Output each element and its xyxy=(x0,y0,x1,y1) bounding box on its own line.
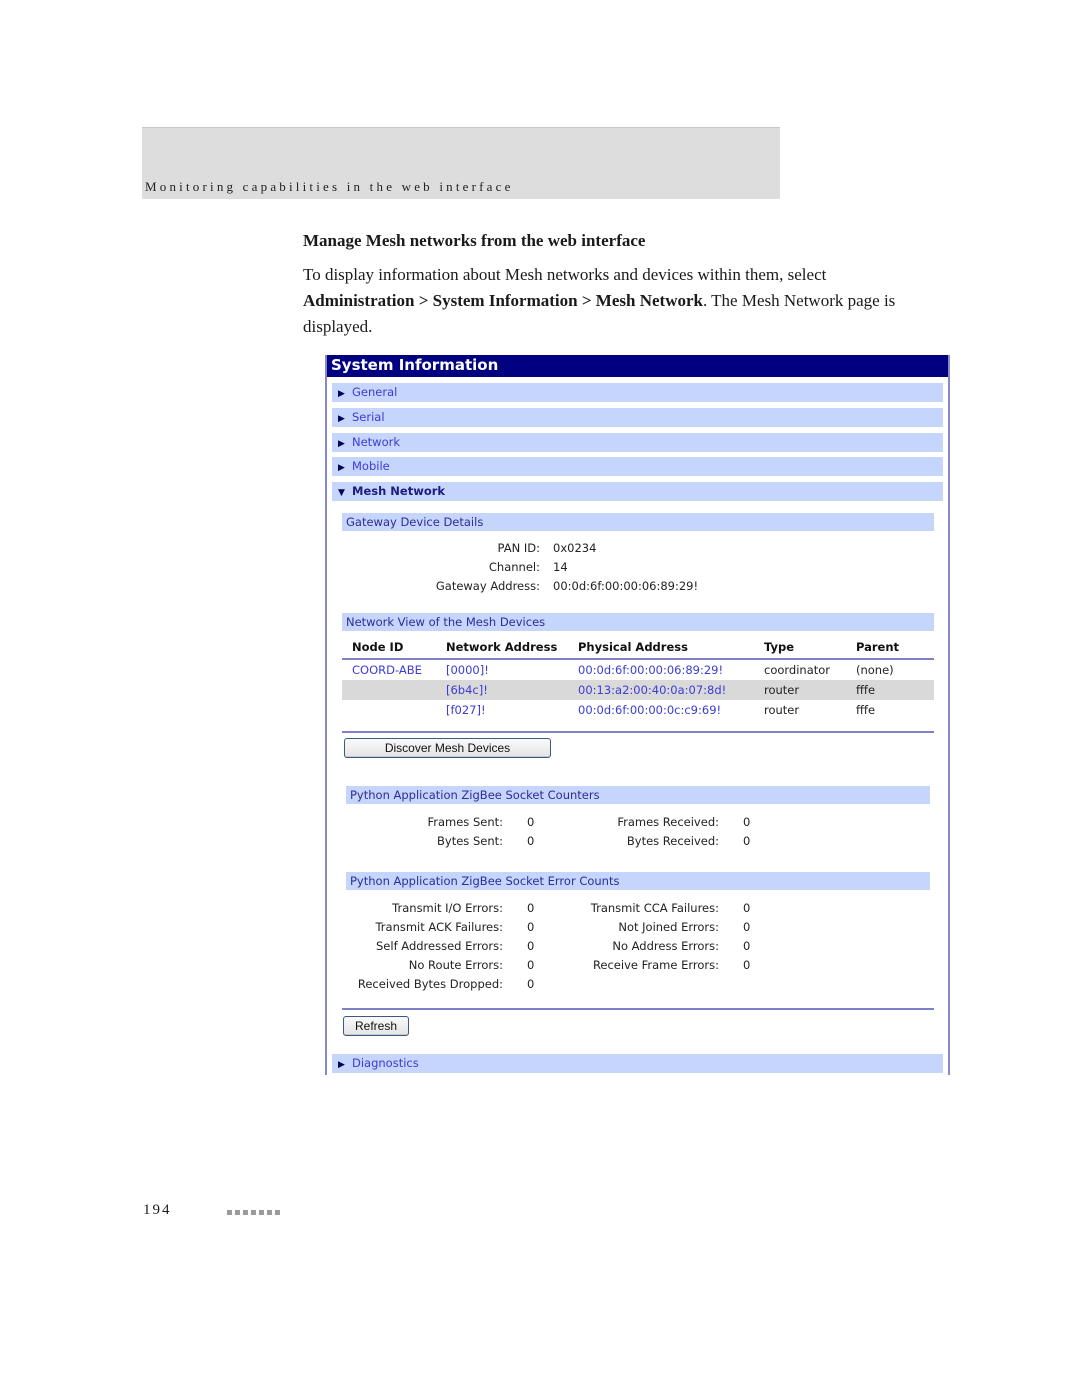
field-value: 0 xyxy=(743,920,751,934)
device-parent: fffe xyxy=(856,703,876,717)
discover-mesh-devices-button[interactable]: Discover Mesh Devices xyxy=(344,738,551,758)
refresh-button[interactable]: Refresh xyxy=(343,1016,409,1036)
socket-errors-heading: Python Application ZigBee Socket Error C… xyxy=(346,872,930,890)
node-id-link[interactable] xyxy=(342,700,436,720)
device-parent: (none) xyxy=(856,663,894,677)
dot xyxy=(227,1210,232,1215)
dot xyxy=(267,1210,272,1215)
panel-title: System Information xyxy=(327,355,948,377)
accordion-network[interactable]: ▶ Network xyxy=(332,433,943,452)
field-value: 0 xyxy=(743,958,751,972)
field-label: Gateway Address: xyxy=(435,579,540,593)
field-value: 0 xyxy=(743,901,751,915)
accordion-label: Mobile xyxy=(352,459,390,473)
field-value: 0 xyxy=(743,815,751,829)
column-header: Node ID xyxy=(342,638,436,660)
running-header: Monitoring capabilities in the web inter… xyxy=(142,127,780,199)
field-value: 00:0d:6f:00:00:06:89:29! xyxy=(553,579,699,593)
running-title: Monitoring capabilities in the web inter… xyxy=(145,179,514,194)
field-label: Frames Sent: xyxy=(427,815,503,829)
caret-right-icon: ▶ xyxy=(338,463,345,473)
body-paragraph: To display information about Mesh networ… xyxy=(303,262,963,340)
field-label: Transmit CCA Failures: xyxy=(590,901,719,915)
accordion-label: General xyxy=(352,385,398,399)
dot xyxy=(243,1210,248,1215)
device-type: coordinator xyxy=(764,663,831,677)
mesh-view-heading: Network View of the Mesh Devices xyxy=(342,613,934,631)
gateway-details-heading: Gateway Device Details xyxy=(342,513,934,531)
caret-right-icon: ▶ xyxy=(338,1060,345,1070)
column-header: Type xyxy=(754,638,846,660)
table-header-row: Node ID Network Address Physical Address… xyxy=(342,638,934,660)
divider xyxy=(342,1008,934,1010)
caret-down-icon: ▼ xyxy=(338,488,345,498)
menu-path: Administration > System Information > Me… xyxy=(303,291,703,310)
accordion-mobile[interactable]: ▶ Mobile xyxy=(332,457,943,476)
field-label: PAN ID: xyxy=(497,541,540,555)
device-parent: fffe xyxy=(846,680,934,700)
accordion-mesh-network[interactable]: ▼ Mesh Network xyxy=(332,482,943,501)
accordion-label: Network xyxy=(352,435,401,449)
field-value: 0 xyxy=(743,939,751,953)
dot xyxy=(259,1210,264,1215)
field-label: Receive Frame Errors: xyxy=(592,958,719,972)
field-label: Not Joined Errors: xyxy=(618,920,719,934)
field-label: Received Bytes Dropped: xyxy=(357,977,503,991)
physical-address-link[interactable]: 00:0d:6f:00:00:06:89:29! xyxy=(568,659,754,680)
field-label: Transmit ACK Failures: xyxy=(375,920,503,934)
field-value: 14 xyxy=(553,560,568,574)
mesh-devices-table: Node ID Network Address Physical Address… xyxy=(342,638,934,720)
network-address-link[interactable]: [6b4c]! xyxy=(436,680,568,700)
network-address-link[interactable]: [f027]! xyxy=(436,700,568,720)
caret-right-icon: ▶ xyxy=(338,389,345,399)
physical-address-link[interactable]: 00:13:a2:00:40:0a:07:8d! xyxy=(568,680,754,700)
accordion-serial[interactable]: ▶ Serial xyxy=(332,408,943,427)
accordion-label: Mesh Network xyxy=(352,484,446,498)
network-address-link[interactable]: [0000]! xyxy=(436,659,568,680)
field-label: Bytes Sent: xyxy=(437,834,503,848)
accordion-label: Diagnostics xyxy=(352,1056,419,1070)
field-label: Transmit I/O Errors: xyxy=(392,901,503,915)
system-information-screenshot: System Information ▶ General ▶ Serial ▶ Net… xyxy=(325,355,950,1075)
column-header: Parent xyxy=(846,638,934,660)
device-type: router xyxy=(754,680,846,700)
table-row: [6b4c]! 00:13:a2:00:40:0a:07:8d! router … xyxy=(342,680,934,700)
node-id-link[interactable]: COORD-ABE xyxy=(342,659,436,680)
field-label: Bytes Received: xyxy=(626,834,719,848)
field-label: Frames Received: xyxy=(617,815,719,829)
table-row: COORD-ABE [0000]! 00:0d:6f:00:00:06:89:2… xyxy=(342,659,934,680)
section-heading: Manage Mesh networks from the web interf… xyxy=(303,231,646,250)
dot xyxy=(251,1210,256,1215)
field-label: Channel: xyxy=(488,560,540,574)
device-type: router xyxy=(764,703,800,717)
field-value: 0x0234 xyxy=(553,541,597,555)
column-header: Physical Address xyxy=(568,638,754,660)
caret-right-icon: ▶ xyxy=(338,439,345,449)
table-row: [f027]! 00:0d:6f:00:00:0c:c9:69! router … xyxy=(342,700,934,720)
field-label: No Route Errors: xyxy=(408,958,503,972)
physical-address-link[interactable]: 00:0d:6f:00:00:0c:c9:69! xyxy=(568,700,754,720)
field-label: No Address Errors: xyxy=(612,939,719,953)
page-number: 194 xyxy=(143,1202,172,1218)
caret-right-icon: ▶ xyxy=(338,414,345,424)
dot xyxy=(235,1210,240,1215)
accordion-diagnostics[interactable]: ▶ Diagnostics xyxy=(332,1054,943,1073)
accordion-general[interactable]: ▶ General xyxy=(332,383,943,402)
column-header: Network Address xyxy=(436,638,568,660)
node-id-link[interactable] xyxy=(342,680,436,700)
field-label: Self Addressed Errors: xyxy=(376,939,503,953)
accordion-label: Serial xyxy=(352,410,385,424)
field-value: 0 xyxy=(743,834,751,848)
dot xyxy=(275,1210,280,1215)
paragraph-intro: To display information about Mesh networ… xyxy=(303,265,827,284)
field-value: 0 xyxy=(527,977,535,991)
divider xyxy=(342,731,934,733)
footer-decoration xyxy=(227,1210,280,1215)
socket-counters-heading: Python Application ZigBee Socket Counter… xyxy=(346,786,930,804)
